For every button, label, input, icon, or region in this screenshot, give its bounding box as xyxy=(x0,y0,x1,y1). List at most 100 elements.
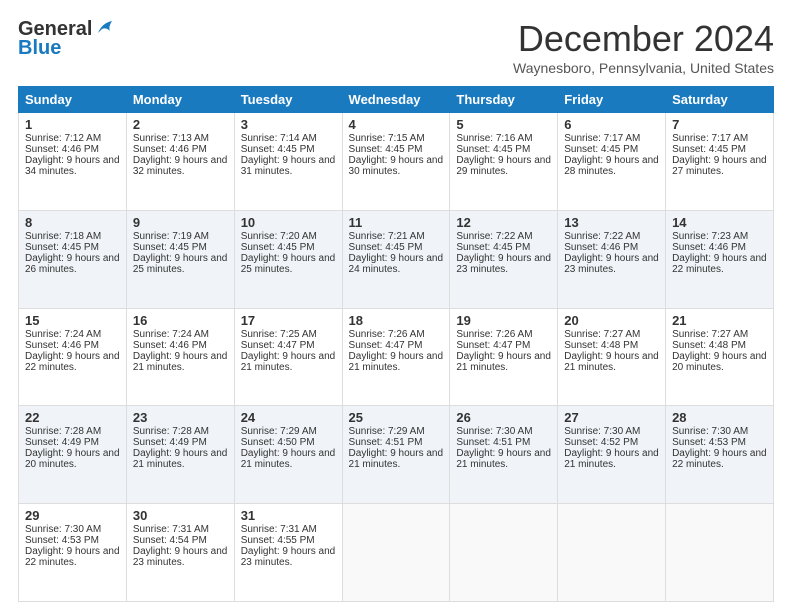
calendar-cell: 28 Sunrise: 7:30 AM Sunset: 4:53 PM Dayl… xyxy=(666,406,774,504)
calendar-week-row: 8 Sunrise: 7:18 AM Sunset: 4:45 PM Dayli… xyxy=(19,210,774,308)
sunset-label: Sunset: 4:47 PM xyxy=(456,340,530,351)
sunrise-label: Sunrise: 7:30 AM xyxy=(564,426,640,437)
daylight-label: Daylight: 9 hours and 25 minutes. xyxy=(133,253,228,275)
calendar-cell: 19 Sunrise: 7:26 AM Sunset: 4:47 PM Dayl… xyxy=(450,308,558,406)
sunrise-label: Sunrise: 7:24 AM xyxy=(133,329,209,340)
sunset-label: Sunset: 4:45 PM xyxy=(133,242,207,253)
logo-bird-icon xyxy=(94,19,116,37)
sunset-label: Sunset: 4:50 PM xyxy=(241,437,315,448)
calendar-cell: 10 Sunrise: 7:20 AM Sunset: 4:45 PM Dayl… xyxy=(234,210,342,308)
col-wednesday: Wednesday xyxy=(342,87,450,113)
daylight-label: Daylight: 9 hours and 21 minutes. xyxy=(241,448,336,470)
calendar-cell xyxy=(666,504,774,602)
day-number: 9 xyxy=(133,215,228,230)
sunrise-label: Sunrise: 7:12 AM xyxy=(25,133,101,144)
sunrise-label: Sunrise: 7:28 AM xyxy=(133,426,209,437)
day-number: 28 xyxy=(672,410,767,425)
calendar-cell: 21 Sunrise: 7:27 AM Sunset: 4:48 PM Dayl… xyxy=(666,308,774,406)
day-number: 29 xyxy=(25,508,120,523)
sunrise-label: Sunrise: 7:29 AM xyxy=(241,426,317,437)
daylight-label: Daylight: 9 hours and 21 minutes. xyxy=(133,448,228,470)
sunset-label: Sunset: 4:45 PM xyxy=(349,242,423,253)
daylight-label: Daylight: 9 hours and 24 minutes. xyxy=(349,253,444,275)
col-monday: Monday xyxy=(126,87,234,113)
day-number: 26 xyxy=(456,410,551,425)
daylight-label: Daylight: 9 hours and 21 minutes. xyxy=(456,448,551,470)
sunset-label: Sunset: 4:46 PM xyxy=(25,144,99,155)
sunrise-label: Sunrise: 7:17 AM xyxy=(672,133,748,144)
sunrise-label: Sunrise: 7:29 AM xyxy=(349,426,425,437)
daylight-label: Daylight: 9 hours and 29 minutes. xyxy=(456,155,551,177)
calendar-cell: 25 Sunrise: 7:29 AM Sunset: 4:51 PM Dayl… xyxy=(342,406,450,504)
sunrise-label: Sunrise: 7:30 AM xyxy=(25,524,101,535)
calendar-cell: 31 Sunrise: 7:31 AM Sunset: 4:55 PM Dayl… xyxy=(234,504,342,602)
calendar-cell: 2 Sunrise: 7:13 AM Sunset: 4:46 PM Dayli… xyxy=(126,113,234,211)
day-number: 20 xyxy=(564,313,659,328)
calendar-cell: 26 Sunrise: 7:30 AM Sunset: 4:51 PM Dayl… xyxy=(450,406,558,504)
location: Waynesboro, Pennsylvania, United States xyxy=(513,60,774,76)
sunset-label: Sunset: 4:45 PM xyxy=(241,144,315,155)
daylight-label: Daylight: 9 hours and 23 minutes. xyxy=(456,253,551,275)
calendar-week-row: 15 Sunrise: 7:24 AM Sunset: 4:46 PM Dayl… xyxy=(19,308,774,406)
calendar-cell: 5 Sunrise: 7:16 AM Sunset: 4:45 PM Dayli… xyxy=(450,113,558,211)
day-number: 16 xyxy=(133,313,228,328)
sunrise-label: Sunrise: 7:28 AM xyxy=(25,426,101,437)
col-thursday: Thursday xyxy=(450,87,558,113)
daylight-label: Daylight: 9 hours and 22 minutes. xyxy=(25,546,120,568)
col-saturday: Saturday xyxy=(666,87,774,113)
sunrise-label: Sunrise: 7:30 AM xyxy=(456,426,532,437)
daylight-label: Daylight: 9 hours and 34 minutes. xyxy=(25,155,120,177)
title-block: December 2024 Waynesboro, Pennsylvania, … xyxy=(513,18,774,76)
day-number: 10 xyxy=(241,215,336,230)
page: General Blue December 2024 Waynesboro, P… xyxy=(0,0,792,612)
calendar-cell: 17 Sunrise: 7:25 AM Sunset: 4:47 PM Dayl… xyxy=(234,308,342,406)
day-number: 5 xyxy=(456,117,551,132)
day-number: 12 xyxy=(456,215,551,230)
day-number: 6 xyxy=(564,117,659,132)
day-number: 31 xyxy=(241,508,336,523)
day-number: 7 xyxy=(672,117,767,132)
sunrise-label: Sunrise: 7:31 AM xyxy=(241,524,317,535)
day-number: 24 xyxy=(241,410,336,425)
calendar-cell: 7 Sunrise: 7:17 AM Sunset: 4:45 PM Dayli… xyxy=(666,113,774,211)
calendar-cell: 13 Sunrise: 7:22 AM Sunset: 4:46 PM Dayl… xyxy=(558,210,666,308)
day-number: 21 xyxy=(672,313,767,328)
calendar-cell: 27 Sunrise: 7:30 AM Sunset: 4:52 PM Dayl… xyxy=(558,406,666,504)
sunrise-label: Sunrise: 7:31 AM xyxy=(133,524,209,535)
calendar-cell: 12 Sunrise: 7:22 AM Sunset: 4:45 PM Dayl… xyxy=(450,210,558,308)
day-number: 1 xyxy=(25,117,120,132)
header: General Blue December 2024 Waynesboro, P… xyxy=(18,18,774,76)
sunrise-label: Sunrise: 7:22 AM xyxy=(456,231,532,242)
daylight-label: Daylight: 9 hours and 27 minutes. xyxy=(672,155,767,177)
calendar-cell: 30 Sunrise: 7:31 AM Sunset: 4:54 PM Dayl… xyxy=(126,504,234,602)
sunset-label: Sunset: 4:45 PM xyxy=(349,144,423,155)
sunset-label: Sunset: 4:46 PM xyxy=(564,242,638,253)
sunrise-label: Sunrise: 7:25 AM xyxy=(241,329,317,340)
day-number: 22 xyxy=(25,410,120,425)
daylight-label: Daylight: 9 hours and 28 minutes. xyxy=(564,155,659,177)
calendar-week-row: 1 Sunrise: 7:12 AM Sunset: 4:46 PM Dayli… xyxy=(19,113,774,211)
daylight-label: Daylight: 9 hours and 31 minutes. xyxy=(241,155,336,177)
sunset-label: Sunset: 4:53 PM xyxy=(25,535,99,546)
day-number: 3 xyxy=(241,117,336,132)
sunset-label: Sunset: 4:49 PM xyxy=(25,437,99,448)
sunset-label: Sunset: 4:55 PM xyxy=(241,535,315,546)
sunset-label: Sunset: 4:46 PM xyxy=(25,340,99,351)
sunrise-label: Sunrise: 7:19 AM xyxy=(133,231,209,242)
sunset-label: Sunset: 4:48 PM xyxy=(672,340,746,351)
sunrise-label: Sunrise: 7:22 AM xyxy=(564,231,640,242)
daylight-label: Daylight: 9 hours and 21 minutes. xyxy=(241,351,336,373)
col-friday: Friday xyxy=(558,87,666,113)
sunrise-label: Sunrise: 7:13 AM xyxy=(133,133,209,144)
calendar-header-row: Sunday Monday Tuesday Wednesday Thursday… xyxy=(19,87,774,113)
calendar-cell: 8 Sunrise: 7:18 AM Sunset: 4:45 PM Dayli… xyxy=(19,210,127,308)
day-number: 11 xyxy=(349,215,444,230)
sunset-label: Sunset: 4:45 PM xyxy=(456,242,530,253)
sunset-label: Sunset: 4:45 PM xyxy=(456,144,530,155)
daylight-label: Daylight: 9 hours and 21 minutes. xyxy=(564,351,659,373)
day-number: 25 xyxy=(349,410,444,425)
day-number: 23 xyxy=(133,410,228,425)
calendar-cell: 1 Sunrise: 7:12 AM Sunset: 4:46 PM Dayli… xyxy=(19,113,127,211)
sunset-label: Sunset: 4:46 PM xyxy=(672,242,746,253)
sunset-label: Sunset: 4:49 PM xyxy=(133,437,207,448)
